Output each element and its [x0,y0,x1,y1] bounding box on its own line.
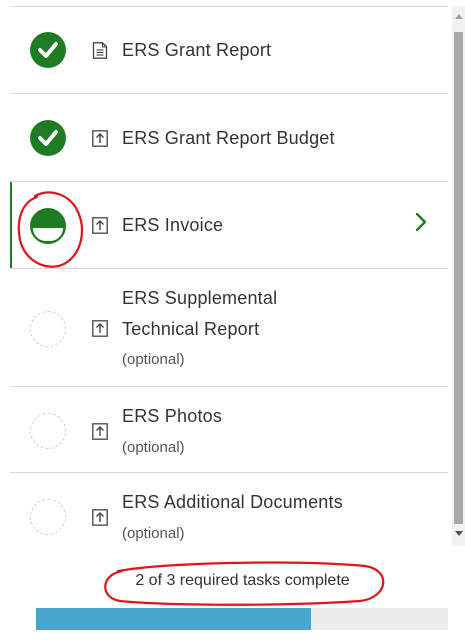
optional-label: (optional) [122,439,185,456]
progress-bar-fill [36,608,311,630]
upload-icon [92,509,108,526]
not-started-icon [30,499,66,535]
in-progress-half-icon [30,208,66,244]
upload-icon [92,130,108,147]
upload-icon [92,320,108,337]
progress-summary: 2 of 3 required tasks complete [135,572,350,589]
task-item-ers-additional-documents[interactable]: ERS Additional Documents (optional) [10,473,448,559]
chevron-right-icon[interactable] [415,212,427,232]
complete-check-icon [30,32,66,68]
complete-check-icon [30,120,66,156]
scrollbar[interactable] [452,6,465,546]
scroll-down-arrow-icon[interactable] [455,531,463,536]
task-item-ers-invoice[interactable]: ERS Invoice [10,182,448,269]
document-icon [92,42,108,59]
scrollbar-thumb[interactable] [454,32,463,524]
optional-label: (optional) [122,525,185,542]
task-list: ERS Grant Report ERS Grant Report Budget… [10,6,448,559]
optional-label: (optional) [122,351,185,368]
task-panel: ERS Grant Report ERS Grant Report Budget… [0,0,465,644]
task-name: ERS Photos [122,406,223,426]
task-name-line-2: Technical Report [122,319,260,339]
task-item-ers-grant-report-budget[interactable]: ERS Grant Report Budget [10,94,448,182]
not-started-icon [30,311,66,347]
task-name: ERS Grant Report [122,40,272,60]
not-started-icon [30,413,66,449]
scroll-up-arrow-icon[interactable] [455,14,463,19]
task-name-line-1: ERS Supplemental [122,288,278,308]
task-item-ers-photos[interactable]: ERS Photos (optional) [10,387,448,473]
upload-icon [92,423,108,440]
progress-bar [36,608,448,630]
task-name: ERS Grant Report Budget [122,128,335,148]
task-item-ers-supplemental-technical-report[interactable]: ERS Supplemental Technical Report (optio… [10,269,448,387]
task-name: ERS Invoice [122,215,224,235]
task-name: ERS Additional Documents [122,492,343,512]
upload-icon [92,217,108,234]
task-item-ers-grant-report[interactable]: ERS Grant Report [10,7,448,94]
